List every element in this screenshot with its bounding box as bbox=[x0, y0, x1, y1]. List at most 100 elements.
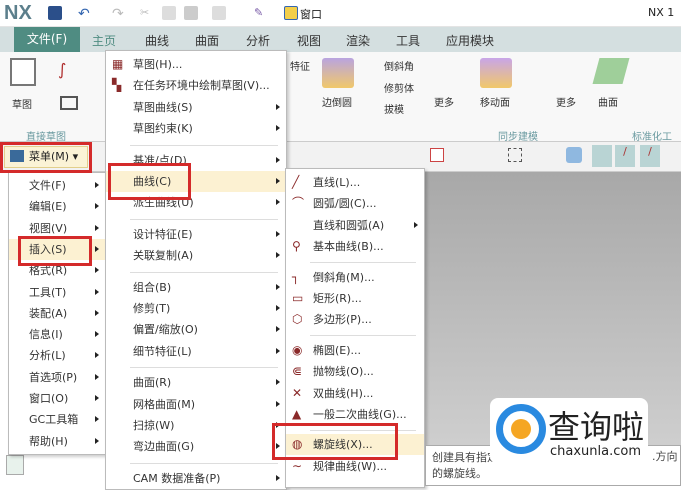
copy-icon[interactable] bbox=[162, 6, 176, 20]
main-menu-item[interactable]: 信息(I) bbox=[9, 324, 105, 345]
main-menu-item[interactable]: 工具(T) bbox=[9, 282, 105, 303]
insert-menu-item[interactable]: 曲面(R) bbox=[106, 372, 286, 393]
save-icon[interactable] bbox=[48, 6, 62, 20]
tab-home[interactable]: 主页 bbox=[92, 32, 116, 49]
menu-item-label: 编辑(E) bbox=[29, 200, 67, 214]
chamfer-icon: ┐ bbox=[292, 269, 300, 284]
submenu-arrow-icon bbox=[95, 182, 99, 188]
paste-icon[interactable] bbox=[184, 6, 198, 20]
chamfer-button[interactable]: 倒斜角 bbox=[384, 58, 414, 73]
submenu-arrow-icon bbox=[276, 230, 280, 237]
cut-icon[interactable]: ✂ bbox=[140, 6, 154, 20]
curve-menu-item[interactable]: ⌒ 圆弧/圆(C)... bbox=[286, 193, 424, 214]
main-menu-item[interactable]: 分析(L) bbox=[9, 345, 105, 366]
resource-bar-icon[interactable] bbox=[6, 455, 24, 475]
menu-item-label: 工具(T) bbox=[29, 285, 67, 299]
curve-menu-item[interactable]: ▭ 矩形(R)... bbox=[286, 288, 424, 309]
move-face-icon[interactable] bbox=[480, 58, 512, 88]
hyperbola-icon: ✕ bbox=[292, 385, 303, 400]
curve-menu-item[interactable]: ⋐ 抛物线(O)... bbox=[286, 361, 424, 382]
insert-menu-item[interactable]: 设计特征(E) bbox=[106, 224, 286, 245]
surface-icon[interactable] bbox=[592, 58, 630, 84]
tab-tools[interactable]: 工具 bbox=[396, 32, 420, 49]
highlight-box-curve bbox=[108, 163, 191, 200]
sketch-button-label[interactable]: 草图 bbox=[12, 96, 32, 111]
file-tab[interactable]: 文件(F) bbox=[14, 27, 80, 52]
insert-menu-item[interactable]: 弯边曲面(G) bbox=[106, 436, 286, 457]
draft-button[interactable]: 拔模 bbox=[384, 101, 404, 116]
insert-menu-item[interactable]: 组合(B) bbox=[106, 277, 286, 298]
tab-surface[interactable]: 曲面 bbox=[195, 32, 219, 49]
main-menu-item[interactable]: 编辑(E) bbox=[9, 196, 105, 217]
touch-mode-icon[interactable]: ✎ bbox=[254, 6, 268, 20]
curve-menu-item[interactable]: ╱ 直线(L)... bbox=[286, 172, 424, 193]
edge-blend-button[interactable]: 边倒圆 bbox=[322, 94, 352, 109]
main-menu-item[interactable]: 窗口(O) bbox=[9, 388, 105, 409]
curve-menu-item[interactable]: ◉ 椭圆(E)... bbox=[286, 340, 424, 361]
redo-icon[interactable]: ↷ bbox=[112, 6, 126, 22]
insert-menu-item[interactable]: 偏置/缩放(O) bbox=[106, 319, 286, 340]
insert-menu-item[interactable]: 关联复制(A) bbox=[106, 245, 286, 266]
curve-menu-item[interactable]: ▲ 一般二次曲线(G)... bbox=[286, 404, 424, 425]
window-menu[interactable]: 窗口 bbox=[300, 6, 322, 22]
main-menu-item[interactable]: 文件(F) bbox=[9, 175, 105, 196]
submenu-arrow-icon bbox=[276, 252, 280, 259]
feature-label[interactable]: 特征 bbox=[290, 58, 310, 73]
sketch-icon[interactable] bbox=[10, 58, 36, 86]
submenu-arrow-icon bbox=[276, 178, 280, 184]
curve-menu-item[interactable]: ┐ 倒斜角(M)... bbox=[286, 267, 424, 288]
submenu-arrow-icon bbox=[276, 283, 280, 290]
insert-menu-item[interactable]: 扫掠(W) bbox=[106, 415, 286, 436]
menu-item-label: 视图(V) bbox=[29, 221, 68, 235]
insert-menu-item[interactable]: 草图约束(K) bbox=[106, 118, 286, 139]
more-button-2[interactable]: 更多 bbox=[556, 94, 576, 109]
menu-item-label: 首选项(P) bbox=[29, 370, 78, 384]
insert-menu-item[interactable]: ▚ 在任务环境中绘制草图(V)... bbox=[106, 75, 286, 96]
box-select-icon[interactable] bbox=[508, 148, 522, 162]
submenu-arrow-icon bbox=[276, 125, 280, 132]
polygon-icon: ⬡ bbox=[292, 312, 303, 327]
main-menu-item[interactable]: GC工具箱 bbox=[9, 409, 105, 430]
midpoint-icon[interactable]: / bbox=[640, 145, 660, 167]
trim-body-button[interactable]: 修剪体 bbox=[384, 80, 414, 95]
snap-icon[interactable] bbox=[430, 148, 444, 162]
rectangle-icon[interactable] bbox=[60, 96, 78, 110]
tab-analysis[interactable]: 分析 bbox=[246, 32, 270, 49]
window-icon bbox=[284, 6, 298, 20]
endpoint-icon[interactable]: / bbox=[615, 145, 635, 167]
main-menu-item[interactable]: 首选项(P) bbox=[9, 367, 105, 388]
snap-point-icon[interactable] bbox=[592, 145, 612, 167]
insert-menu-item[interactable]: 草图曲线(S) bbox=[106, 97, 286, 118]
solid-icon[interactable] bbox=[566, 147, 582, 163]
insert-menu-item[interactable]: 修剪(T) bbox=[106, 298, 286, 319]
main-menu-item[interactable]: 帮助(H) bbox=[9, 431, 105, 452]
watermark-name: 查询啦 bbox=[548, 408, 645, 446]
curve-menu-item[interactable]: 直线和圆弧(A) bbox=[286, 215, 424, 236]
profile-icon[interactable]: ∫ bbox=[58, 60, 82, 80]
menu-item-label: 组合(B) bbox=[133, 280, 172, 294]
curve-menu-item[interactable]: ⬡ 多边形(P)... bbox=[286, 309, 424, 330]
undo-icon[interactable]: ↶ bbox=[78, 6, 92, 22]
submenu-arrow-icon bbox=[276, 400, 280, 407]
tab-view[interactable]: 视图 bbox=[297, 32, 321, 49]
tab-render[interactable]: 渲染 bbox=[346, 32, 370, 49]
main-menu-item[interactable]: 装配(A) bbox=[9, 303, 105, 324]
more-button-1[interactable]: 更多 bbox=[434, 94, 454, 109]
tab-curve[interactable]: 曲线 bbox=[145, 32, 169, 49]
menu-item-label: 直线和圆弧(A) bbox=[313, 218, 385, 232]
edge-blend-icon[interactable] bbox=[322, 58, 354, 88]
move-face-button[interactable]: 移动面 bbox=[480, 94, 510, 109]
menu-item-label: 草图约束(K) bbox=[133, 122, 193, 136]
submenu-arrow-icon bbox=[95, 288, 99, 295]
submenu-arrow-icon bbox=[276, 347, 280, 354]
insert-menu-item[interactable]: ▦ 草图(H)... bbox=[106, 54, 286, 75]
ellipse-icon: ◉ bbox=[292, 342, 303, 357]
curve-menu-item[interactable]: ⚲ 基本曲线(B)... bbox=[286, 236, 424, 257]
curve-menu-item[interactable]: ✕ 双曲线(H)... bbox=[286, 383, 424, 404]
document-icon[interactable] bbox=[212, 6, 226, 20]
surface-button[interactable]: 曲面 bbox=[598, 94, 618, 109]
menu-item-label: CAM 数据准备(P) bbox=[133, 471, 221, 485]
insert-menu-item[interactable]: 网格曲面(M) bbox=[106, 394, 286, 415]
insert-menu-item[interactable]: 细节特征(L) bbox=[106, 341, 286, 362]
tab-application[interactable]: 应用模块 bbox=[446, 32, 494, 49]
